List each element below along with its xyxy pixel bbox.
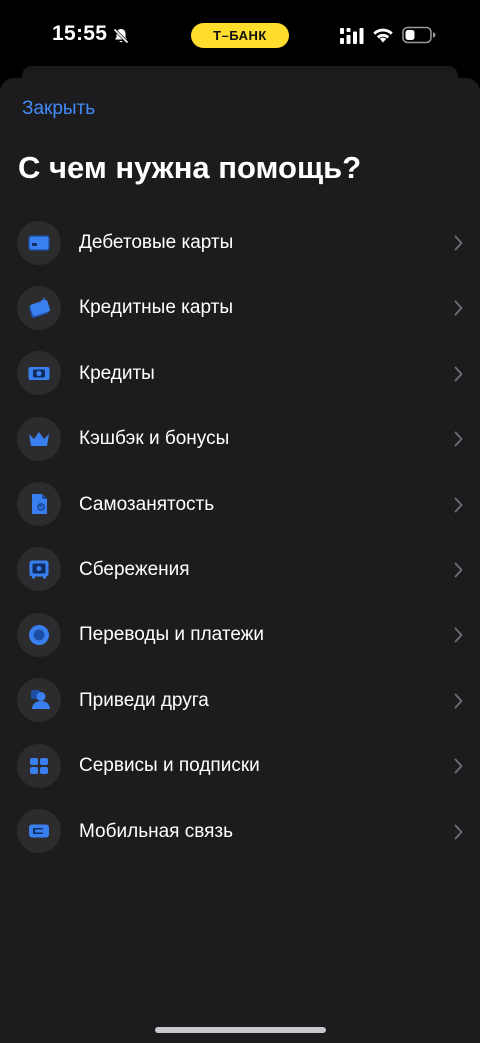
chevron-right-icon	[454, 562, 463, 578]
topic-label: Мобильная связь	[79, 820, 233, 842]
topic-loans[interactable]: Кредиты	[0, 341, 480, 406]
wifi-icon	[372, 26, 394, 44]
sim-card-icon	[17, 809, 61, 854]
crown-icon	[17, 416, 61, 461]
battery-icon	[402, 26, 436, 44]
topic-label: Сбережения	[79, 558, 190, 580]
status-time: 15:55	[52, 22, 108, 45]
debit-card-icon	[17, 220, 61, 265]
topic-credit-cards[interactable]: Кредитные карты	[0, 275, 480, 340]
page-title: С чем нужна помощь?	[18, 150, 362, 185]
topic-label: Кредиты	[79, 362, 155, 384]
topic-label: Сервисы и подписки	[79, 755, 260, 777]
carrier-badge: Т–БАНК	[191, 23, 289, 48]
chevron-right-icon	[454, 300, 463, 316]
transfer-circle-icon	[17, 612, 61, 657]
topic-services-subscriptions[interactable]: Сервисы и подписки	[0, 733, 480, 798]
close-button[interactable]: Закрыть	[22, 98, 95, 120]
topic-debit-cards[interactable]: Дебетовые карты	[0, 210, 480, 275]
chevron-right-icon	[454, 627, 463, 643]
services-grid-icon	[17, 743, 61, 788]
chevron-right-icon	[454, 497, 463, 513]
help-topics-list: Дебетовые карты Кредитные карты Кредиты	[0, 210, 480, 864]
loan-banknote-icon	[17, 351, 61, 396]
self-employed-document-icon	[17, 482, 61, 527]
chevron-right-icon	[454, 431, 463, 447]
topic-label: Приведи друга	[79, 689, 209, 711]
chevron-right-icon	[454, 824, 463, 840]
topic-label: Кэшбэк и бонусы	[79, 428, 230, 450]
topic-label: Переводы и платежи	[79, 624, 264, 646]
home-indicator[interactable]	[155, 1027, 326, 1033]
invite-friend-icon	[17, 678, 61, 723]
chevron-right-icon	[454, 758, 463, 774]
chevron-right-icon	[454, 366, 463, 382]
chevron-right-icon	[454, 235, 463, 251]
topic-label: Самозанятость	[79, 493, 215, 515]
bell-muted-icon	[112, 27, 130, 45]
topic-label: Дебетовые карты	[79, 232, 234, 253]
safe-icon	[17, 547, 61, 592]
topic-cashback[interactable]: Кэшбэк и бонусы	[0, 406, 480, 471]
topic-mobile-service[interactable]: Мобильная связь	[0, 799, 480, 864]
chevron-right-icon	[454, 693, 463, 709]
status-bar: 15:55 Т–БАНК	[0, 0, 480, 70]
credit-card-icon	[17, 285, 61, 330]
topic-label: Кредитные карты	[79, 297, 233, 319]
cellular-signal-icon	[340, 27, 364, 45]
topic-transfers-payments[interactable]: Переводы и платежи	[0, 602, 480, 667]
topic-savings[interactable]: Сбережения	[0, 537, 480, 602]
topic-self-employment[interactable]: Самозанятость	[0, 472, 480, 537]
topic-invite-friend[interactable]: Приведи друга	[0, 668, 480, 733]
